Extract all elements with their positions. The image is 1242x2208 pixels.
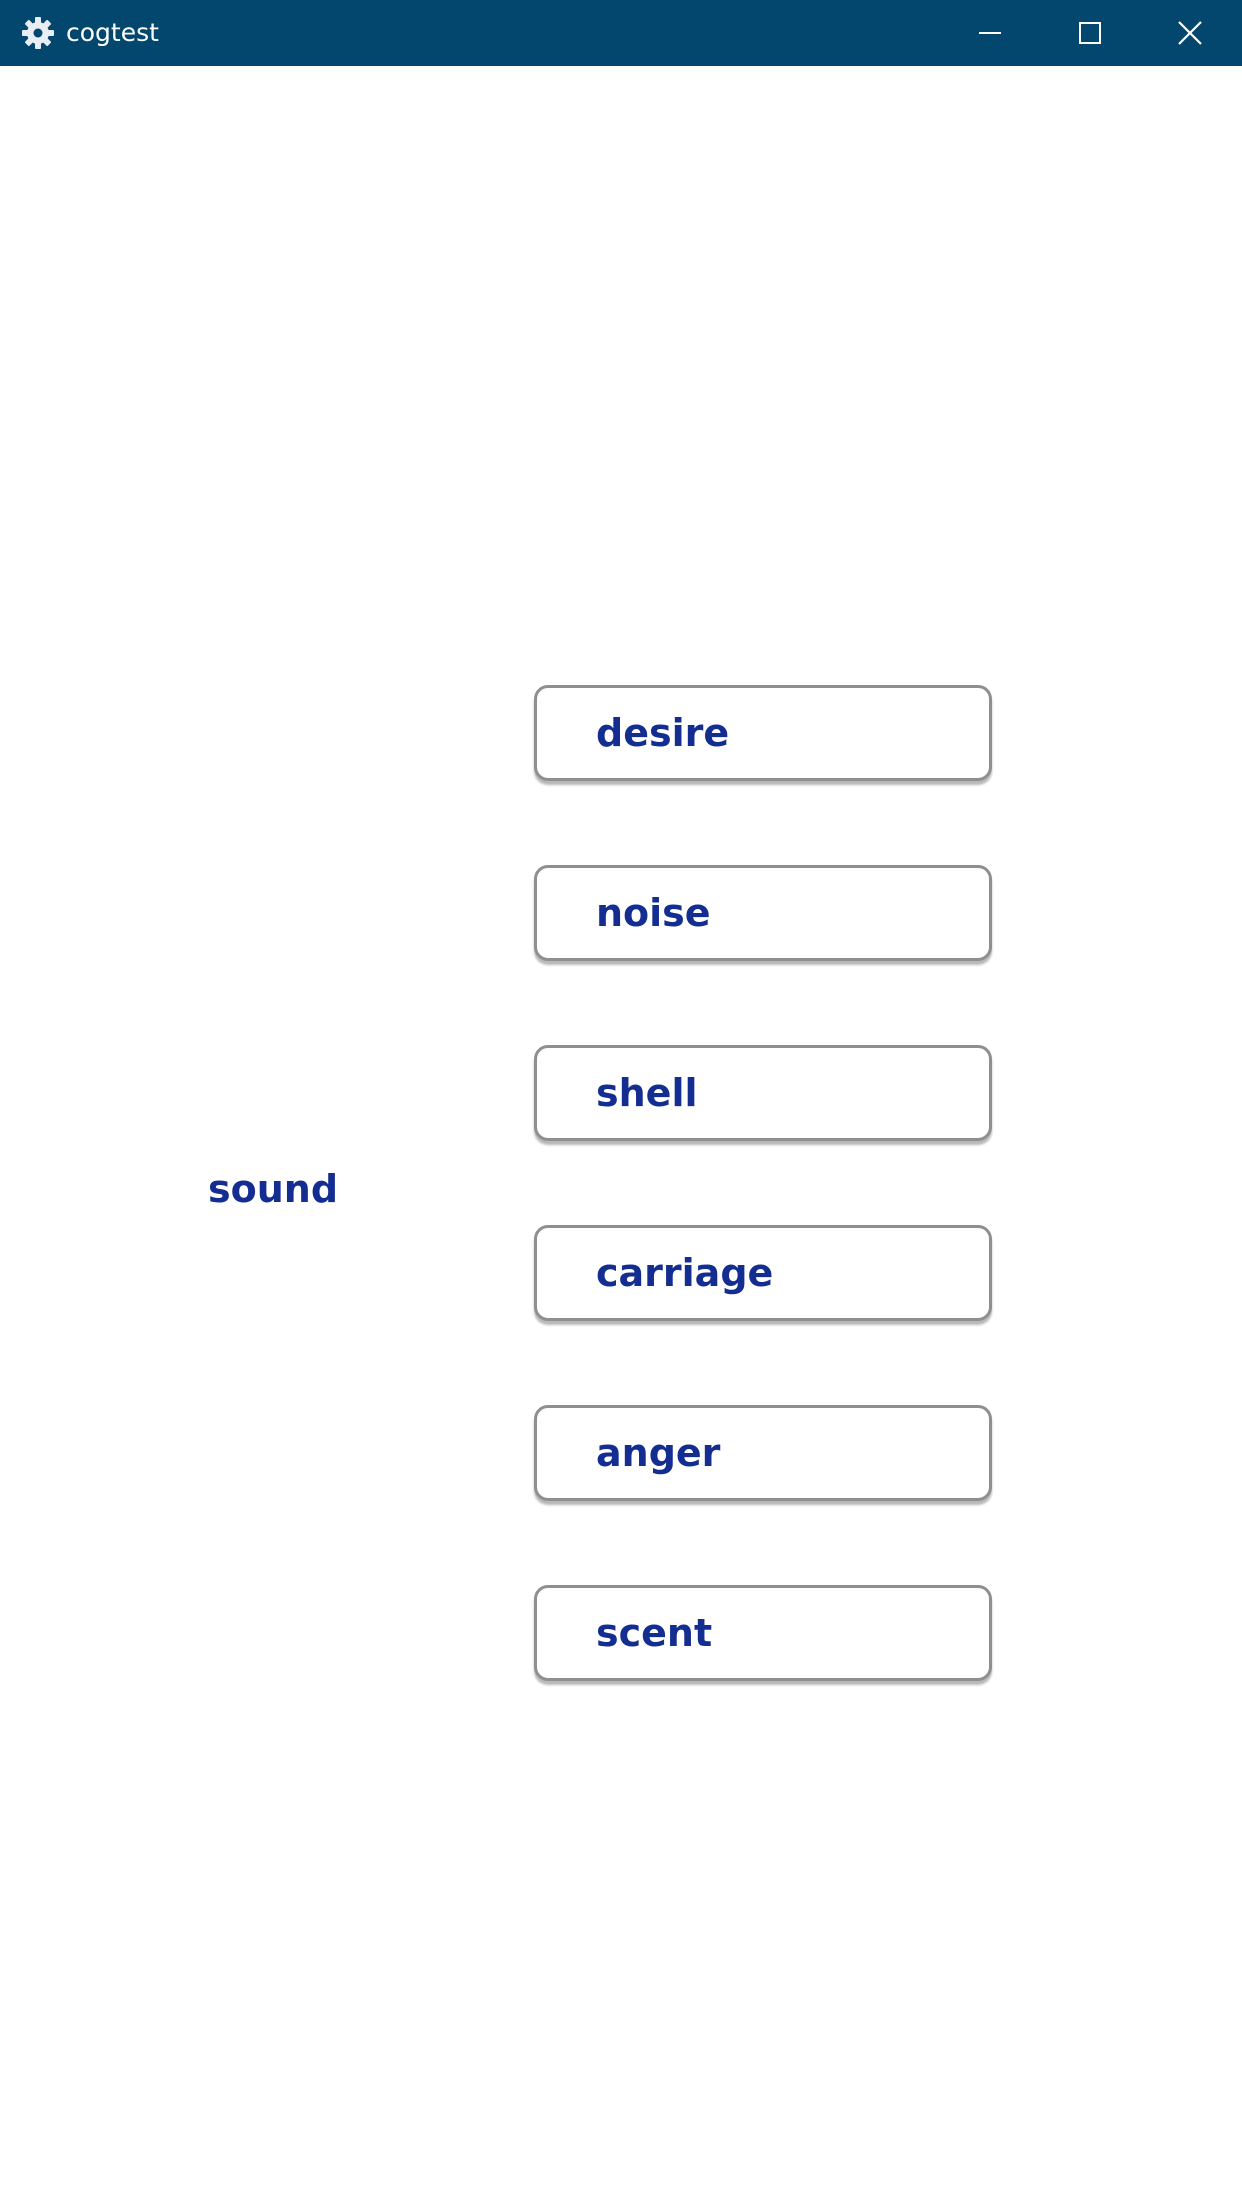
choice-button-carriage[interactable]: carriage	[534, 1225, 992, 1321]
minimize-button[interactable]	[940, 0, 1040, 66]
choice-label: carriage	[596, 1251, 774, 1295]
choice-label: scent	[596, 1611, 713, 1655]
choice-label: shell	[596, 1071, 698, 1115]
choice-button-noise[interactable]: noise	[534, 865, 992, 961]
close-button[interactable]	[1140, 0, 1240, 66]
window-title: cogtest	[66, 18, 159, 47]
prompt-word: sound	[208, 1167, 339, 1211]
choice-button-scent[interactable]: scent	[534, 1585, 992, 1681]
title-bar[interactable]: cogtest	[0, 0, 1242, 66]
gear-icon	[20, 15, 56, 51]
choice-list: desire noise shell carriage anger scent	[534, 685, 992, 1765]
close-icon	[1177, 20, 1203, 46]
maximize-icon	[1078, 21, 1102, 45]
choice-button-anger[interactable]: anger	[534, 1405, 992, 1501]
maximize-button[interactable]	[1040, 0, 1140, 66]
choice-label: desire	[596, 711, 730, 755]
choice-label: anger	[596, 1431, 721, 1475]
choice-button-shell[interactable]: shell	[534, 1045, 992, 1141]
minimize-icon	[978, 21, 1002, 45]
choice-button-desire[interactable]: desire	[534, 685, 992, 781]
app-window: cogtest sound desire noise shell carriag…	[0, 0, 1242, 2208]
choice-label: noise	[596, 891, 711, 935]
